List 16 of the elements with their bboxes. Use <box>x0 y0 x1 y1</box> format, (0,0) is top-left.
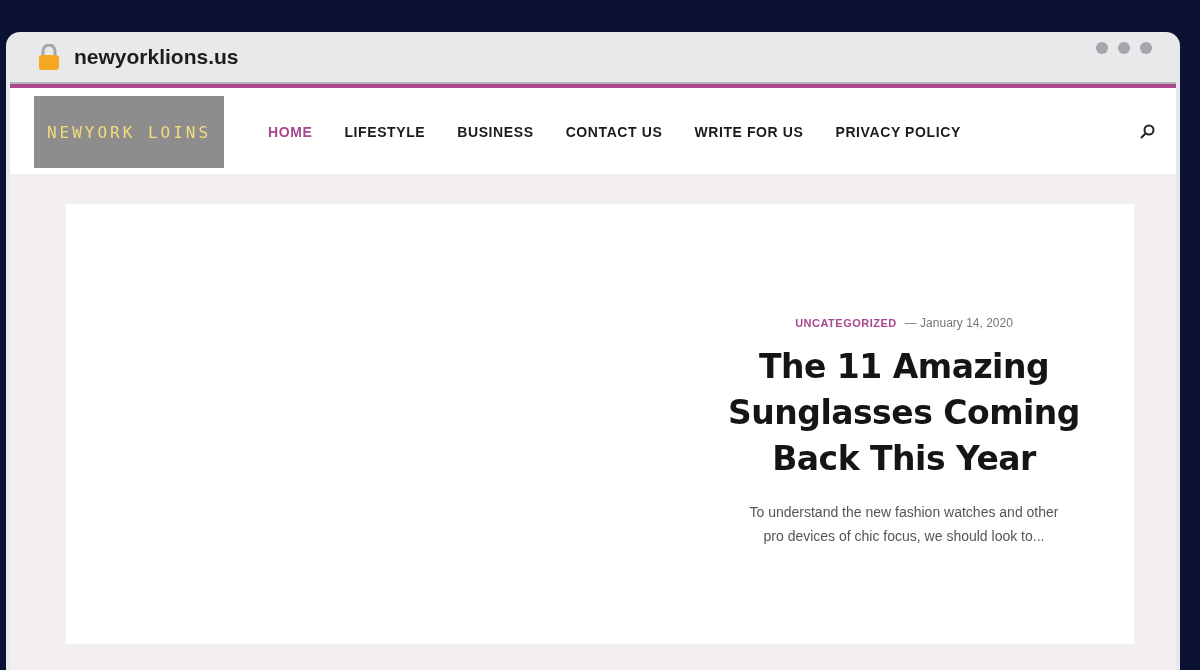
nav-link[interactable]: BUSINESS <box>457 124 534 140</box>
post-excerpt: To understand the new fashion watches and other pro devices of chic focus, we should look to... <box>748 503 1060 546</box>
search-icon[interactable] <box>1140 124 1156 140</box>
window-dot <box>1140 42 1152 54</box>
nav-link[interactable]: HOME <box>268 124 313 140</box>
post-title[interactable]: The 11 Amazing Sunglasses Coming Back This Year <box>704 344 1104 482</box>
post-date: — January 14, 2020 <box>904 316 1013 330</box>
nav-link[interactable]: WRITE FOR US <box>694 124 804 140</box>
nav-link[interactable]: CONTACT US <box>565 124 663 140</box>
category-link[interactable]: UNCATEGORIZED <box>795 317 897 329</box>
padlock-icon <box>38 44 60 70</box>
window-dot <box>1096 42 1108 54</box>
window-dot <box>1118 42 1130 54</box>
nav-link[interactable]: PRIVACY POLICY <box>835 124 961 140</box>
nav-link[interactable]: LIFESTYLE <box>344 124 426 140</box>
address-text: newyorklions.us <box>74 45 240 69</box>
